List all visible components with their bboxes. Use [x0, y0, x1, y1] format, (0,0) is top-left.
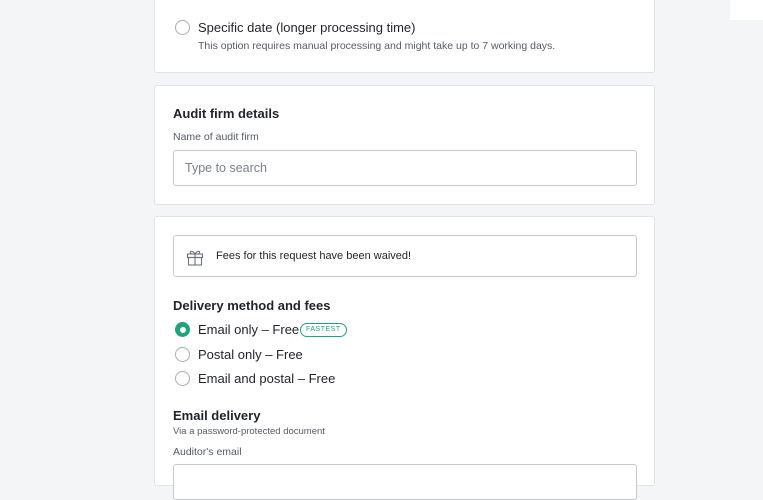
audit-firm-card: Audit firm details Name of audit firm [154, 85, 655, 205]
postal-only-label[interactable]: Postal only – Free [198, 347, 303, 362]
auditor-email-field[interactable] [173, 464, 637, 500]
gift-icon [186, 250, 204, 266]
audit-firm-search-input[interactable] [174, 151, 636, 185]
fee-waived-notice: Fees for this request have been waived! [173, 235, 637, 277]
right-panel-fragment [730, 0, 763, 20]
email-and-postal-radio[interactable] [175, 371, 190, 386]
delivery-method-heading: Delivery method and fees [173, 298, 331, 313]
specific-date-label[interactable]: Specific date (longer processing time) [198, 20, 416, 35]
audit-firm-heading: Audit firm details [173, 106, 280, 121]
auditor-email-label: Auditor's email [173, 446, 242, 458]
email-delivery-subtext: Via a password-protected document [173, 426, 325, 437]
email-only-radio[interactable] [175, 322, 190, 337]
date-options-card: Specific date (longer processing time) T… [154, 0, 655, 73]
email-only-label[interactable]: Email only – Free [198, 322, 299, 337]
email-delivery-heading: Email delivery [173, 408, 261, 423]
postal-only-radio[interactable] [175, 347, 190, 362]
audit-firm-name-label: Name of audit firm [173, 131, 259, 143]
delivery-card: Fees for this request have been waived! … [154, 216, 655, 500]
specific-date-radio[interactable] [175, 20, 190, 35]
email-and-postal-label[interactable]: Email and postal – Free [198, 371, 335, 386]
audit-firm-search-field[interactable] [173, 150, 637, 186]
fee-waived-text: Fees for this request have been waived! [216, 250, 412, 262]
specific-date-hint: This option requires manual processing a… [198, 40, 556, 52]
fastest-badge: FASTEST [300, 323, 347, 337]
